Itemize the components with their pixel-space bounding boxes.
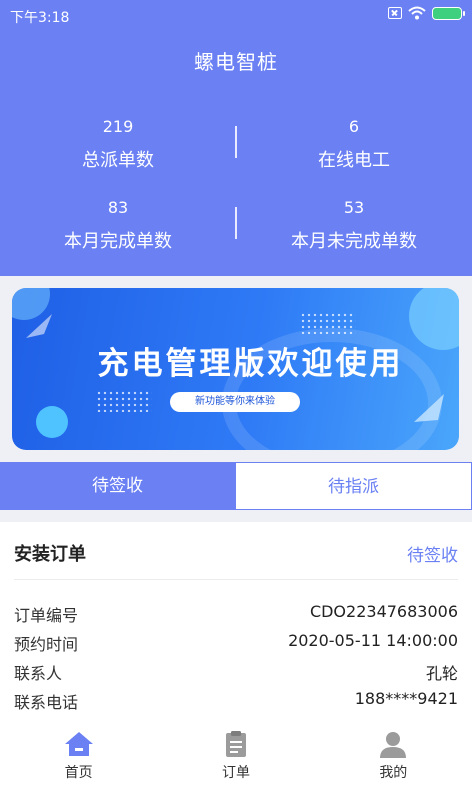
banner-dots-decoration — [96, 390, 152, 412]
user-icon — [380, 732, 407, 758]
nav-label-orders: 订单 — [221, 765, 250, 781]
stat-value: 219 — [102, 117, 134, 136]
stat-month-completed: 83 本月完成单数 — [0, 198, 236, 253]
home-icon — [64, 732, 93, 756]
clipboard-icon — [225, 731, 246, 757]
stat-label: 本月完成单数 — [64, 231, 172, 252]
banner-cta-pill[interactable]: 新功能等你来体验 — [170, 392, 300, 412]
appointment-time-row: 预约时间 2020-05-11 14:00:00 — [14, 631, 458, 655]
appointment-time-label: 预约时间 — [14, 635, 79, 654]
nav-item-mine[interactable]: 我的 — [315, 718, 472, 792]
contact-phone-value: 188****9421 — [354, 689, 458, 708]
order-tabs: 待签收 待指派 — [0, 462, 472, 510]
order-number-label: 订单编号 — [14, 606, 79, 625]
wifi-icon — [408, 6, 426, 20]
tab-pending-assign[interactable]: 待指派 — [235, 462, 472, 510]
nav-item-home[interactable]: 首页 — [0, 718, 157, 792]
stat-month-uncompleted: 53 本月未完成单数 — [236, 198, 472, 253]
status-icons — [388, 6, 465, 20]
contact-person-value: 孔轮 — [425, 664, 458, 683]
banner-title: 充电管理版欢迎使用 — [97, 346, 404, 382]
battery-icon — [432, 6, 465, 20]
order-card-header: 安装订单 待签收 — [14, 540, 458, 580]
stat-value: 6 — [348, 117, 360, 136]
banner-dots-decoration — [300, 312, 356, 334]
order-type-title: 安装订单 — [14, 544, 86, 565]
stat-label: 总派单数 — [82, 150, 154, 171]
bottom-nav: 首页 订单 我的 — [0, 718, 472, 792]
header: 下午3:18 螺电智桩 219 总派单数 6 在线电工 83 本月完成单数 53… — [0, 0, 472, 276]
stat-value: 83 — [107, 198, 129, 217]
banner-triangle-decoration — [26, 314, 52, 338]
nav-item-orders[interactable]: 订单 — [157, 718, 314, 792]
stat-label: 本月未完成单数 — [291, 231, 417, 252]
status-bar: 下午3:18 — [0, 0, 472, 30]
banner-triangle-decoration — [414, 394, 444, 422]
banner-circle-decoration — [36, 406, 68, 438]
app-title: 螺电智桩 — [194, 50, 278, 74]
stat-value: 53 — [343, 198, 365, 217]
no-sim-icon — [388, 7, 402, 19]
nav-label-mine: 我的 — [379, 765, 408, 781]
appointment-time-value: 2020-05-11 14:00:00 — [288, 631, 458, 650]
order-number-row: 订单编号 CDO22347683006 — [14, 602, 458, 626]
contact-phone-row: 联系电话 188****9421 — [14, 689, 458, 713]
promo-banner[interactable]: 充电管理版欢迎使用 新功能等你来体验 — [12, 288, 459, 450]
tab-pending-signoff[interactable]: 待签收 — [0, 462, 235, 510]
contact-phone-label: 联系电话 — [14, 693, 79, 712]
contact-person-row: 联系人 孔轮 — [14, 660, 458, 684]
order-number-value: CDO22347683006 — [309, 602, 458, 621]
stat-online-electricians: 6 在线电工 — [236, 117, 472, 172]
status-time: 下午3:18 — [10, 10, 70, 26]
order-card[interactable]: 安装订单 待签收 订单编号 CDO22347683006 预约时间 2020-0… — [0, 522, 472, 722]
contact-person-label: 联系人 — [14, 664, 63, 683]
nav-label-home: 首页 — [64, 765, 93, 781]
stat-total-dispatched: 219 总派单数 — [0, 117, 236, 172]
order-status-label: 待签收 — [407, 546, 458, 566]
stat-label: 在线电工 — [318, 150, 390, 171]
